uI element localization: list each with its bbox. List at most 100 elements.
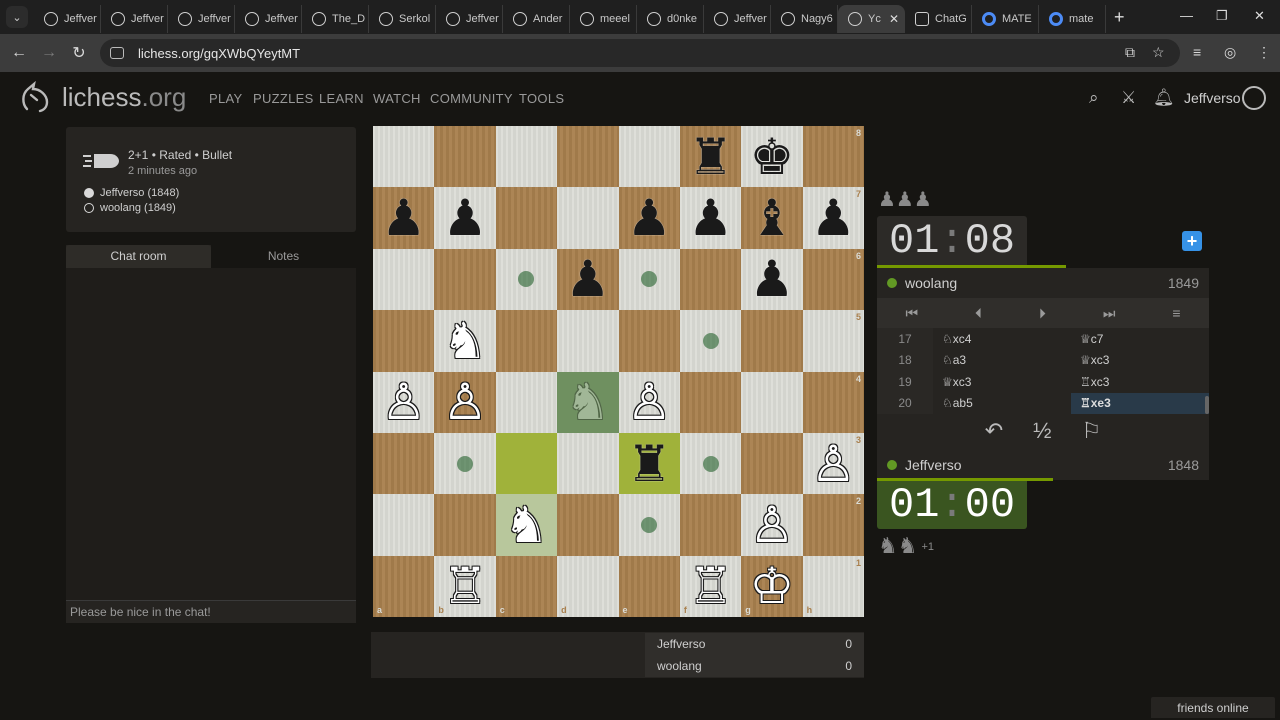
square-c4[interactable] bbox=[495, 371, 558, 433]
square-g7[interactable]: ♝ bbox=[741, 187, 803, 249]
square-c8[interactable] bbox=[495, 126, 558, 188]
square-f6[interactable] bbox=[679, 248, 742, 311]
chess-piece[interactable]: ♞ bbox=[434, 310, 495, 371]
chess-piece[interactable]: ♟ bbox=[373, 187, 434, 248]
square-h6[interactable]: 6 bbox=[802, 248, 864, 311]
square-a7[interactable]: ♟ bbox=[373, 187, 435, 249]
new-tab-icon[interactable]: + bbox=[1114, 7, 1125, 28]
nav-play[interactable]: PLAY bbox=[209, 91, 242, 106]
browser-tab[interactable]: meeel bbox=[570, 5, 637, 33]
square-e4[interactable]: ♙ bbox=[618, 371, 680, 433]
hamburger-menu-icon[interactable]: ≡ bbox=[1172, 305, 1180, 321]
square-f2[interactable] bbox=[679, 494, 742, 556]
square-c2[interactable]: ♞ bbox=[495, 494, 558, 556]
square-a3[interactable] bbox=[373, 432, 435, 495]
chess-piece[interactable]: ♚ bbox=[741, 126, 802, 187]
black-move[interactable]: ♖xe3 bbox=[1071, 392, 1209, 414]
prev-move-icon[interactable]: ⏴ bbox=[975, 305, 982, 322]
media-icon[interactable]: ≡ bbox=[1193, 44, 1201, 60]
give-more-time-icon[interactable]: + bbox=[1182, 231, 1202, 251]
menu-dots-icon[interactable]: ⋮ bbox=[1257, 44, 1271, 61]
chess-piece[interactable]: ♔ bbox=[741, 556, 802, 617]
tab-list-icon[interactable]: ⌄ bbox=[6, 6, 28, 28]
chess-piece[interactable]: ♞ bbox=[496, 494, 557, 555]
chess-board[interactable]: ♜ ♚ 8 ♟ ♟ ♟ ♟ ♝ 7 ♟ ♟ ♟ 6 ♞ 5 ♙ ♙ ♞ ♙ 4 ♜ 3 ♙ ♞ ♙ 2 a b ♖ c d e f ♖ g ♔ 1 h bbox=[373, 126, 864, 617]
chess-piece[interactable]: ♟ bbox=[619, 187, 680, 248]
square-c6[interactable] bbox=[495, 248, 558, 311]
square-f3[interactable] bbox=[679, 432, 742, 495]
square-c5[interactable] bbox=[495, 310, 558, 372]
chess-piece[interactable]: ♙ bbox=[741, 494, 802, 555]
square-f8[interactable]: ♜ bbox=[679, 126, 742, 188]
browser-tab[interactable]: Yc ✕ bbox=[838, 5, 905, 33]
chess-piece[interactable]: ♟ bbox=[803, 187, 864, 248]
square-f7[interactable]: ♟ bbox=[679, 187, 742, 249]
square-a6[interactable] bbox=[373, 248, 435, 311]
search-icon[interactable]: ⌕ bbox=[1089, 88, 1099, 108]
square-g2[interactable]: ♙ bbox=[741, 494, 803, 556]
square-d6[interactable]: ♟ bbox=[557, 248, 619, 311]
browser-tab[interactable]: Jeffver bbox=[168, 5, 235, 33]
square-a1[interactable]: a bbox=[373, 555, 435, 617]
forward-icon[interactable]: → bbox=[34, 44, 64, 62]
square-e1[interactable]: e bbox=[618, 555, 680, 617]
chess-piece[interactable]: ♟ bbox=[434, 187, 495, 248]
square-d1[interactable]: d bbox=[557, 555, 619, 617]
square-a4[interactable]: ♙ bbox=[373, 371, 435, 433]
browser-tab[interactable]: d0nke bbox=[637, 5, 704, 33]
square-b5[interactable]: ♞ bbox=[434, 310, 496, 372]
nav-tools[interactable]: TOOLS bbox=[519, 91, 564, 106]
square-f4[interactable] bbox=[679, 371, 742, 433]
square-h8[interactable]: 8 bbox=[802, 126, 864, 188]
first-move-icon[interactable]: ⏮ bbox=[905, 305, 918, 322]
square-b7[interactable]: ♟ bbox=[434, 187, 496, 249]
square-b1[interactable]: b ♖ bbox=[434, 555, 496, 617]
nav-community[interactable]: COMMUNITY bbox=[430, 91, 513, 106]
square-h1[interactable]: 1h bbox=[802, 555, 864, 617]
square-d4[interactable]: ♞ bbox=[557, 371, 619, 433]
chess-piece[interactable]: ♙ bbox=[434, 372, 495, 433]
square-a5[interactable] bbox=[373, 310, 435, 372]
browser-tab[interactable]: mate bbox=[1039, 5, 1106, 33]
draw-offer-button[interactable]: ½ bbox=[1033, 418, 1051, 444]
square-h5[interactable]: 5 bbox=[802, 310, 864, 372]
chess-piece[interactable]: ♙ bbox=[803, 433, 864, 494]
square-e7[interactable]: ♟ bbox=[618, 187, 680, 249]
square-h2[interactable]: 2 bbox=[802, 494, 864, 556]
square-d8[interactable] bbox=[557, 126, 619, 188]
chess-piece[interactable]: ♜ bbox=[619, 433, 680, 494]
nav-watch[interactable]: WATCH bbox=[373, 91, 421, 106]
square-e5[interactable] bbox=[618, 310, 680, 372]
chess-piece[interactable]: ♝ bbox=[741, 187, 802, 248]
close-tab-icon[interactable]: ✕ bbox=[889, 12, 899, 26]
move-destination-dot[interactable] bbox=[702, 332, 719, 349]
square-a8[interactable] bbox=[373, 126, 435, 188]
square-d2[interactable] bbox=[557, 494, 619, 556]
bell-icon[interactable]: 🔔︎ bbox=[1153, 88, 1175, 108]
square-e8[interactable] bbox=[618, 126, 680, 188]
meta-black-player[interactable]: woolang (1849) bbox=[84, 202, 176, 214]
square-b8[interactable] bbox=[434, 126, 496, 188]
white-move[interactable]: ♘xc4 bbox=[933, 328, 1071, 350]
back-icon[interactable]: ← bbox=[4, 44, 34, 62]
square-h7[interactable]: 7 ♟ bbox=[802, 187, 864, 249]
square-d7[interactable] bbox=[557, 187, 619, 249]
takeback-icon[interactable]: ↶ bbox=[985, 418, 1003, 444]
square-f5[interactable] bbox=[679, 310, 742, 372]
install-app-icon[interactable]: ⧉ bbox=[1125, 44, 1135, 61]
square-g1[interactable]: g ♔ bbox=[741, 555, 803, 617]
chess-piece[interactable]: ♞ bbox=[557, 372, 618, 433]
move-destination-dot[interactable] bbox=[457, 455, 474, 472]
chess-piece[interactable]: ♙ bbox=[373, 372, 434, 433]
black-move[interactable]: ♖xc3 bbox=[1071, 371, 1209, 393]
username[interactable]: Jeffverso bbox=[1184, 90, 1241, 106]
browser-tab[interactable]: Jeffver bbox=[34, 5, 101, 33]
close-window-icon[interactable]: ✕ bbox=[1254, 8, 1265, 24]
browser-tab[interactable]: MATE bbox=[972, 5, 1039, 33]
square-b6[interactable] bbox=[434, 248, 496, 311]
tab-notes[interactable]: Notes bbox=[211, 245, 356, 268]
white-move[interactable]: ♕xc3 bbox=[933, 371, 1071, 393]
move-destination-dot[interactable] bbox=[518, 271, 535, 288]
browser-tab[interactable]: Serkol bbox=[369, 5, 436, 33]
next-move-icon[interactable]: ⏵ bbox=[1039, 305, 1046, 322]
